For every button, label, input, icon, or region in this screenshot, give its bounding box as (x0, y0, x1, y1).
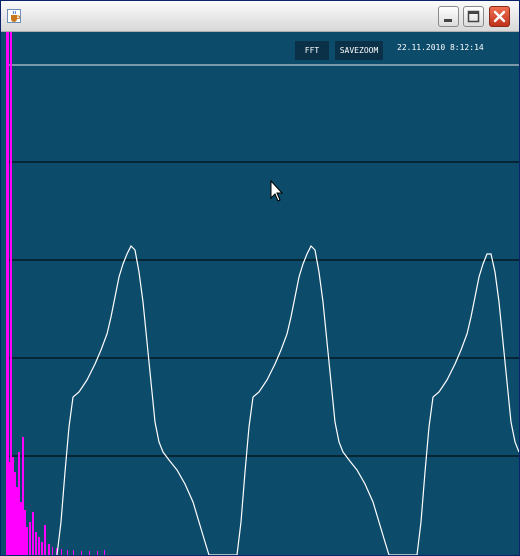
close-button[interactable] (489, 6, 510, 27)
minimize-button[interactable] (438, 6, 459, 27)
fft-button[interactable]: FFT (295, 41, 329, 60)
maximize-button[interactable] (463, 6, 484, 27)
timestamp: 22.11.2010 8:12:14 (397, 43, 484, 52)
mouse-pointer-icon (270, 179, 284, 202)
title-bar[interactable] (1, 1, 519, 32)
close-icon (493, 10, 506, 23)
savezoom-button[interactable]: SAVEZOOM (335, 41, 383, 60)
minimize-icon (444, 19, 452, 22)
oscilloscope-window: FFT SAVEZOOM 22.11.2010 8:12:14 (0, 0, 520, 556)
oscilloscope-plot[interactable]: FFT SAVEZOOM 22.11.2010 8:12:14 (1, 32, 519, 555)
java-cup-icon (7, 9, 21, 23)
fft-spectrum (6, 32, 105, 555)
waveform-trace (56, 244, 519, 555)
maximize-icon (467, 10, 480, 23)
waveform-graph (6, 32, 519, 555)
